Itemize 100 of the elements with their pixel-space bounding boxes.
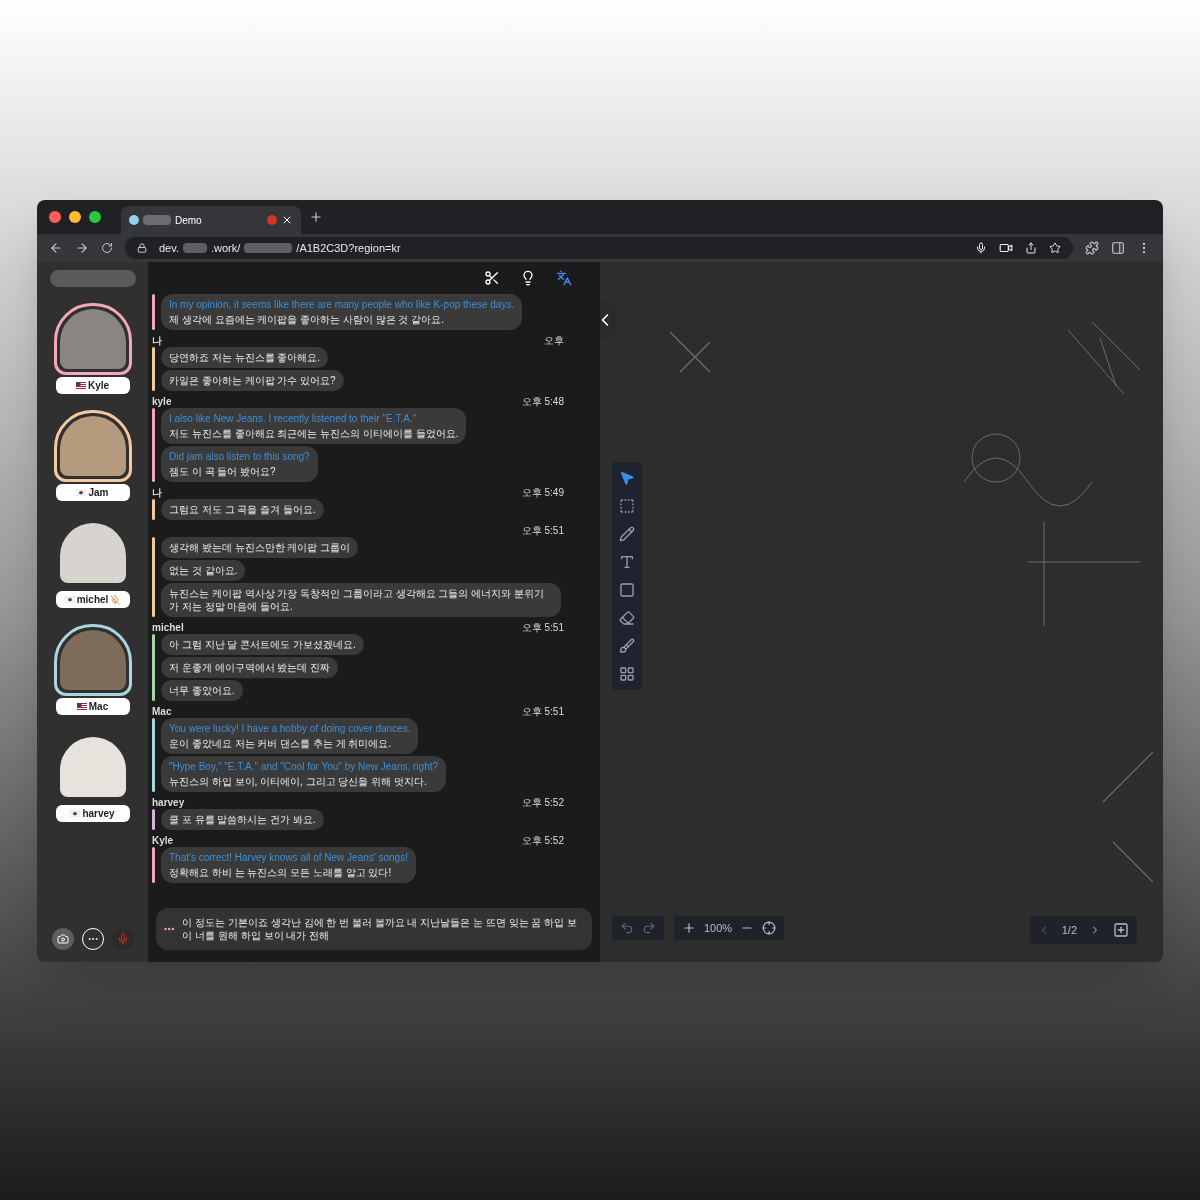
minimize-window-button[interactable] — [69, 211, 81, 223]
message-time: 오후 5:51 — [521, 705, 564, 719]
pointer-tool-icon[interactable] — [619, 470, 635, 486]
message-time: 오후 5:51 — [521, 621, 564, 635]
message-text: 뉴진스는 케이팝 역사상 가장 독창적인 그룹이라고 생각해요 그들의 에너지와 분위기가 저는 정말 마음에 들어요. — [169, 587, 545, 613]
close-window-button[interactable] — [49, 211, 61, 223]
rectangle-tool-icon[interactable] — [619, 582, 635, 598]
avatar-frame[interactable] — [53, 410, 132, 482]
chalkboard-canvas[interactable]: 100% 1/2 — [600, 262, 1163, 962]
camera-icon[interactable] — [999, 241, 1013, 255]
message-time: 오후 5:52 — [521, 796, 564, 810]
tab-title: Demo — [175, 213, 203, 228]
avatar-frame[interactable] — [53, 624, 132, 696]
typing-text: 이 정도는 기본이죠 생각난 김에 한 번 불러 볼까요 내 지난날들은 눈 뜨면 잊는 꿈 하입 보이 너를 원해 하입 보이 내가 전해 — [182, 916, 578, 942]
message-text: 쿨 포 유를 말씀하시는 건가 봐요. — [169, 813, 316, 826]
message-text: 저도 뉴진스를 좋아해요 최근에는 뉴진스의 이티에이를 들었어요. — [169, 427, 459, 440]
message-text: 없는 것 같아요. — [169, 564, 238, 577]
translation-text: Did jam also listen to this song? — [169, 450, 310, 463]
message-text: 생각해 봤는데 뉴진스만한 케이팝 그룹이 — [169, 541, 351, 554]
scissors-icon[interactable] — [484, 270, 500, 286]
message-text: 뉴진스의 하입 보이, 이티에이, 그리고 당신을 위해 멋지다. — [169, 775, 428, 788]
close-tab-icon[interactable] — [281, 214, 293, 226]
flag-icon — [76, 703, 87, 710]
camera-icon — [56, 933, 69, 945]
participant-name: harvey — [82, 807, 115, 821]
message-time: 오후 5:52 — [521, 834, 564, 848]
sender-name: michel — [152, 621, 184, 635]
avatar-frame[interactable] — [53, 303, 132, 375]
flag-icon — [76, 489, 87, 496]
reload-icon[interactable] — [101, 242, 113, 254]
broom-tool-icon[interactable] — [619, 638, 635, 654]
message-time: 오후 5:51 — [521, 524, 564, 538]
extensions-icon[interactable] — [1085, 241, 1099, 255]
sender-name: harvey — [152, 796, 185, 810]
message-text: 아 그럼 지난 달 콘서트에도 가보셨겠네요. — [169, 638, 356, 651]
selection-tool-icon[interactable] — [619, 498, 635, 514]
camera-button[interactable] — [51, 928, 74, 950]
lock-icon — [137, 243, 147, 253]
photo-placeholder — [59, 630, 126, 690]
address-bar[interactable]: dev. .work/ /A1B2C3D?region=kr — [125, 237, 1073, 259]
photo-placeholder — [59, 309, 126, 369]
share-icon[interactable] — [1025, 242, 1037, 254]
translation-text: You were lucky! I have a hobby of doing cover dances. — [169, 722, 411, 735]
message-text: 제 생각에 요즘에는 케이팝을 좋아하는 사람이 많은 것 같아요. — [169, 313, 445, 326]
participant-name: michel — [76, 593, 109, 607]
translate-icon[interactable] — [556, 270, 572, 286]
message-text: 너무 좋았어요. — [169, 684, 235, 697]
add-page-icon[interactable] — [1113, 922, 1129, 938]
participant-name: Jam — [88, 486, 109, 500]
translation-text: I also like New Jeans. I recently listened to their "E.T.A." — [169, 412, 418, 425]
message-time: 오후 5:49 — [521, 486, 564, 500]
new-tab-icon[interactable] — [309, 210, 323, 224]
lightbulb-icon[interactable] — [520, 270, 536, 286]
photo-placeholder — [59, 737, 126, 797]
blurred-text — [244, 243, 293, 253]
photo-placeholder — [59, 523, 126, 583]
blurred-text — [143, 215, 171, 225]
undo-icon[interactable] — [620, 921, 634, 935]
photo-placeholder — [59, 416, 126, 476]
grid-tool-icon[interactable] — [619, 666, 635, 682]
eraser-tool-icon[interactable] — [619, 610, 635, 626]
message-text: 그럼요 저도 그 곡을 즐겨 들어요. — [169, 503, 316, 516]
text-tool-icon[interactable] — [619, 554, 635, 570]
url-text: dev. — [159, 240, 179, 256]
sender-name: 나 — [152, 486, 162, 500]
zoom-level: 100% — [704, 920, 733, 936]
blurred-text — [183, 243, 207, 253]
participant-name: Kyle — [87, 379, 110, 393]
back-icon[interactable] — [49, 241, 63, 255]
translation-text: In my opinion, it seems like there are many people who like K-pop these days. — [169, 298, 515, 311]
url-text: /A1B2C3D?region=kr — [296, 240, 401, 256]
translation-text: That's correct! Harvey knows all of New Jeans' songs! — [169, 851, 408, 864]
sender-name: Mac — [152, 705, 172, 719]
side-panel-icon[interactable] — [1111, 241, 1125, 255]
maximize-window-button[interactable] — [89, 211, 101, 223]
sender-name: kyle — [152, 395, 172, 409]
pencil-tool-icon[interactable] — [619, 526, 635, 542]
page-number: 1/2 — [1061, 922, 1077, 938]
microphone-icon[interactable] — [975, 242, 987, 254]
bookmark-icon[interactable] — [1049, 242, 1061, 254]
flag-icon — [70, 810, 81, 817]
message-time: 오후 5:48 — [521, 395, 564, 409]
translation-text: "Hype Boy," "E.T.A." and "Cool for You" by New Jeans, right? — [169, 760, 439, 773]
microphone-icon — [116, 933, 129, 945]
typing-dots-icon — [164, 927, 175, 931]
forward-icon[interactable] — [75, 241, 89, 255]
recording-icon — [267, 215, 277, 225]
redo-icon[interactable] — [642, 921, 656, 935]
sender-name: 나 — [152, 334, 162, 348]
recenter-icon[interactable] — [762, 921, 777, 935]
message-time: 오후 — [544, 334, 564, 348]
sender-name: Kyle — [152, 834, 174, 848]
participant-name: Mac — [88, 700, 109, 714]
browser-tab[interactable]: Demo — [121, 206, 301, 234]
message-text: 저 운좋게 에이구역에서 봤는데 진짜 — [169, 661, 331, 674]
message-text: 카일은 좋아하는 케이팝 가수 있어요? — [169, 374, 336, 387]
zoom-in-icon[interactable] — [682, 921, 696, 935]
flag-icon — [75, 382, 86, 389]
favicon-icon — [129, 215, 139, 225]
message-text: 잼도 이 곡 들어 봤어요? — [169, 465, 277, 478]
